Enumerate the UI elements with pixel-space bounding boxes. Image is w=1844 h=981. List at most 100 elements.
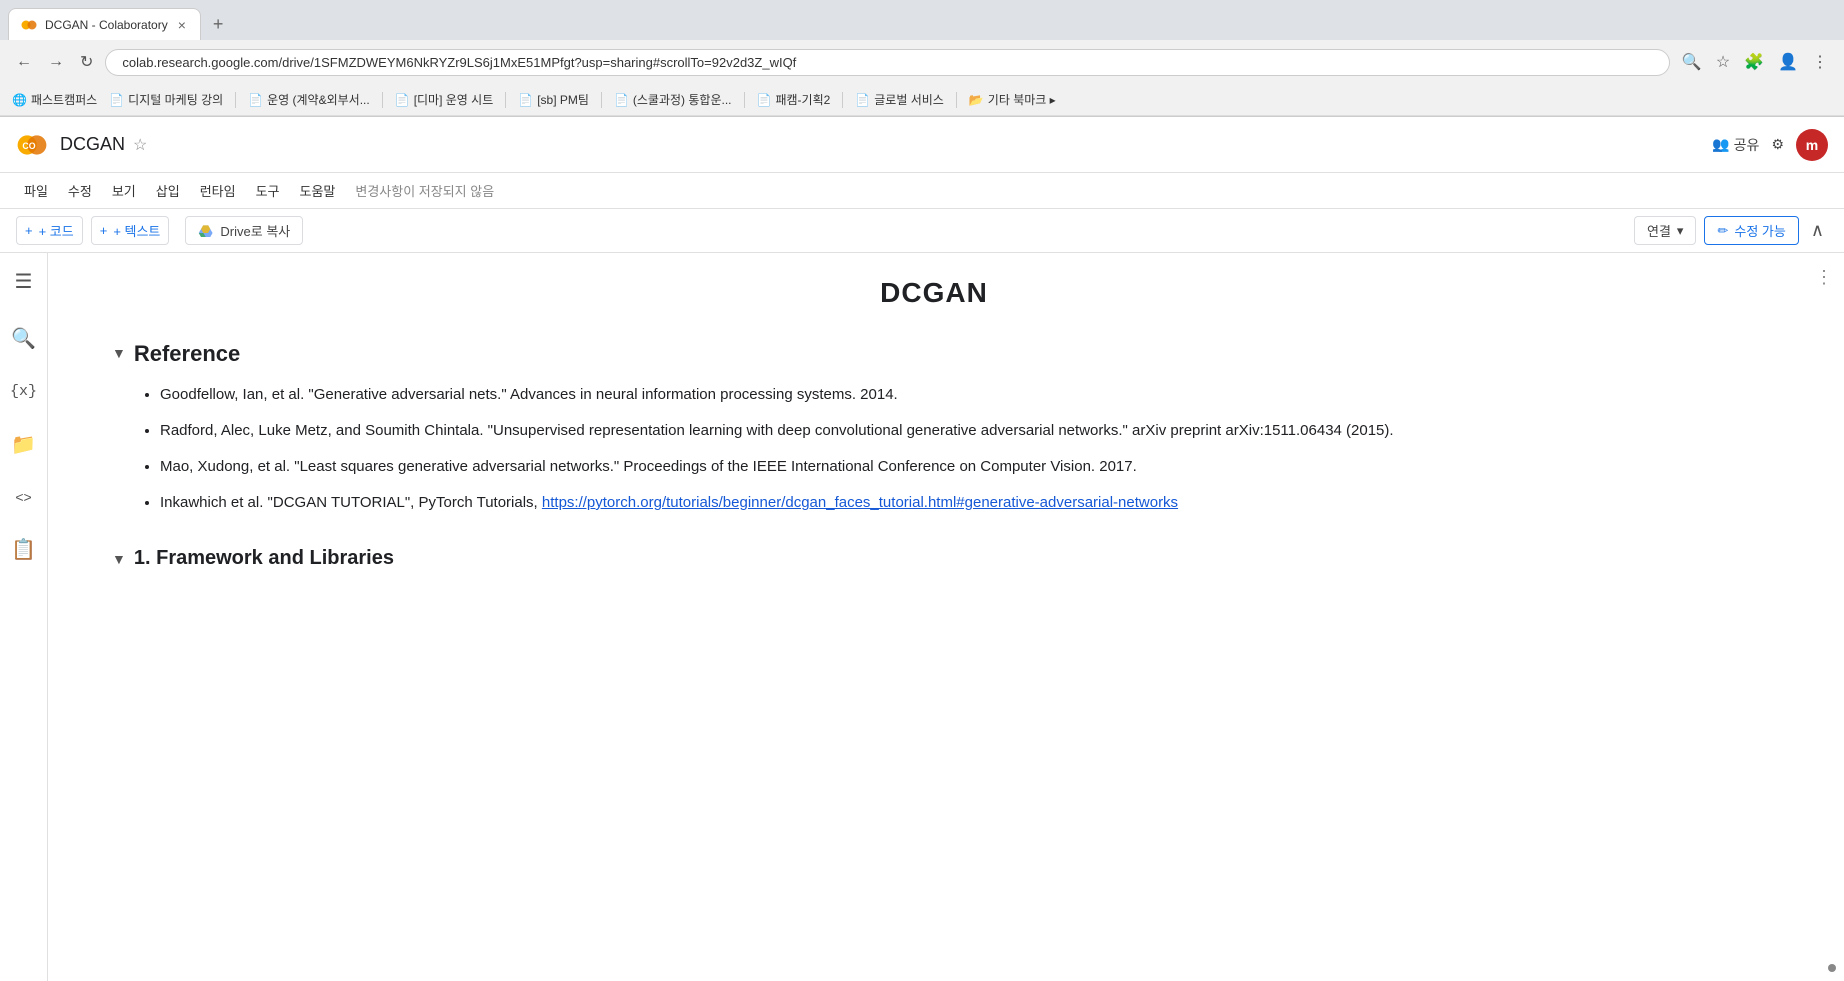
bookmark-label-5: [sb] PM팀 <box>537 91 589 108</box>
bookmark-other[interactable]: 📂 기타 북마크 ▸ <box>969 91 1056 108</box>
bookmark-separator-5 <box>744 92 745 108</box>
bookmark-label-9: 기타 북마크 ▸ <box>988 91 1056 108</box>
bookmark-dima[interactable]: 📄 [디마] 운영 시트 <box>395 91 494 108</box>
bookmark-label-4: [디마] 운영 시트 <box>414 91 494 108</box>
svg-text:CO: CO <box>22 141 35 151</box>
bookmark-separator-4 <box>601 92 602 108</box>
search-icon[interactable]: 🔍 <box>1678 48 1706 76</box>
menu-file[interactable]: 파일 <box>16 177 56 204</box>
drive-copy-button[interactable]: Drive로 복사 <box>185 216 303 245</box>
settings-button[interactable]: ⚙ <box>1771 136 1784 153</box>
bookmark-school[interactable]: 📄 (스쿨과정) 통합운... <box>614 91 732 108</box>
bookmark-favicon-2: 📄 <box>109 93 124 107</box>
edit-mode-button[interactable]: ✏ 수정 가능 <box>1704 216 1798 245</box>
reference-item-2: Radford, Alec, Luke Metz, and Soumith Ch… <box>160 419 1756 443</box>
bookmark-planning[interactable]: 📄 패캠-기획2 <box>757 91 831 108</box>
reference-section-title: Reference <box>134 341 240 367</box>
sidebar-code-snippets-icon[interactable]: <> <box>7 481 39 513</box>
reference-item-3: Mao, Xudong, et al. "Least squares gener… <box>160 455 1756 479</box>
bookmark-favicon-4: 📄 <box>395 93 410 107</box>
bookmark-favicon-9: 📂 <box>969 93 984 107</box>
extensions-icon[interactable]: 🧩 <box>1740 48 1768 76</box>
bookmark-global[interactable]: 📄 글로벌 서비스 <box>855 91 944 108</box>
menu-view[interactable]: 보기 <box>104 177 144 204</box>
address-icons: 🔍 ☆ 🧩 👤 ⋮ <box>1678 48 1832 76</box>
bottom-bar <box>1820 956 1844 980</box>
header-actions: 👥 공유 ⚙ m <box>1712 129 1828 161</box>
notebook-content: DCGAN ▼ Reference Goodfellow, Ian, et al… <box>48 253 1804 981</box>
browser-tab[interactable]: DCGAN - Colaboratory × <box>8 8 201 40</box>
sidebar-search-icon[interactable]: 🔍 <box>3 318 44 359</box>
ref-4-text: Inkawhich et al. "DCGAN TUTORIAL", PyTor… <box>160 494 542 511</box>
collapse-panel-button[interactable]: ∧ <box>1807 216 1828 245</box>
add-code-button[interactable]: + + 코드 <box>16 216 83 245</box>
bookmark-favicon-6: 📄 <box>614 93 629 107</box>
share-button[interactable]: 👥 공유 <box>1712 135 1759 155</box>
back-button[interactable]: ← <box>12 49 36 75</box>
address-input[interactable] <box>105 49 1669 76</box>
plus-text-icon: + <box>100 223 108 238</box>
sidebar-files-icon[interactable]: 📁 <box>3 424 44 465</box>
drive-icon <box>198 223 214 239</box>
edit-pencil-icon: ✏ <box>1717 223 1728 239</box>
address-bar: ← → ↻ 🔍 ☆ 🧩 👤 ⋮ <box>0 40 1844 84</box>
bookmark-separator-2 <box>382 92 383 108</box>
reference-collapse-arrow[interactable]: ▼ <box>112 345 126 361</box>
menu-insert[interactable]: 삽입 <box>148 177 188 204</box>
reference-item-1: Goodfellow, Ian, et al. "Generative adve… <box>160 383 1756 407</box>
bookmark-fastcampus[interactable]: 🌐 패스트캠퍼스 <box>12 91 97 108</box>
framework-section-header: ▼ 1. Framework and Libraries <box>112 547 1756 570</box>
framework-collapse-arrow[interactable]: ▼ <box>112 551 126 567</box>
more-icon[interactable]: ⋮ <box>1808 48 1832 76</box>
reference-item-4: Inkawhich et al. "DCGAN TUTORIAL", PyTor… <box>160 491 1756 515</box>
reference-section: ▼ Reference Goodfellow, Ian, et al. "Gen… <box>112 341 1756 515</box>
cell-sidebar: ⋮ <box>1804 253 1844 981</box>
status-dot <box>1828 964 1836 972</box>
bookmark-label-7: 패캠-기획2 <box>775 91 830 108</box>
toolbar-left: + + 코드 + + 텍스트 Drive로 복사 <box>16 216 303 245</box>
cell-options-icon[interactable]: ⋮ <box>1809 261 1839 294</box>
connect-button[interactable]: 연결 ▾ <box>1634 216 1696 245</box>
new-tab-button[interactable]: + <box>205 10 232 39</box>
colab-favicon <box>21 17 37 33</box>
chevron-down-icon: ▾ <box>1677 223 1684 239</box>
ref-1-text: Goodfellow, Ian, et al. "Generative adve… <box>160 386 898 403</box>
framework-section-title: 1. Framework and Libraries <box>134 547 394 570</box>
bookmark-sb-pm[interactable]: 📄 [sb] PM팀 <box>518 91 589 108</box>
ref-3-text: Mao, Xudong, et al. "Least squares gener… <box>160 458 1137 475</box>
bookmark-favicon-8: 📄 <box>855 93 870 107</box>
reference-list: Goodfellow, Ian, et al. "Generative adve… <box>112 383 1756 515</box>
sidebar-scratch-icon[interactable]: 📋 <box>3 529 44 570</box>
forward-button[interactable]: → <box>44 49 68 75</box>
reload-button[interactable]: ↻ <box>76 48 97 76</box>
menu-help[interactable]: 도움말 <box>292 177 344 204</box>
ref-2-text: Radford, Alec, Luke Metz, and Soumith Ch… <box>160 422 1394 439</box>
bookmark-favicon-7: 📄 <box>757 93 772 107</box>
menu-edit[interactable]: 수정 <box>60 177 100 204</box>
menu-runtime[interactable]: 런타임 <box>192 177 244 204</box>
tab-title: DCGAN - Colaboratory <box>45 18 168 32</box>
star-button[interactable]: ☆ <box>133 135 147 155</box>
colab-header: CO DCGAN ☆ 👥 공유 ⚙ m <box>0 117 1844 173</box>
settings-gear-icon: ⚙ <box>1771 136 1784 153</box>
user-avatar[interactable]: m <box>1796 129 1828 161</box>
left-sidebar: ☰ 🔍 {x} 📁 <> 📋 <box>0 253 48 981</box>
bookmark-label: 패스트캠퍼스 <box>31 91 97 108</box>
ref-4-link[interactable]: https://pytorch.org/tutorials/beginner/d… <box>542 494 1178 511</box>
menu-tools[interactable]: 도구 <box>248 177 288 204</box>
tab-close-button[interactable]: × <box>176 17 188 33</box>
framework-section: ▼ 1. Framework and Libraries <box>112 547 1756 570</box>
document-title: DCGAN <box>112 277 1756 309</box>
bookmark-ops[interactable]: 📄 운영 (계약&외부서... <box>248 91 370 108</box>
toolbar-right: 연결 ▾ ✏ 수정 가능 ∧ <box>1634 216 1828 245</box>
bookmark-label-3: 운영 (계약&외부서... <box>267 91 370 108</box>
colab-main: ☰ 🔍 {x} 📁 <> 📋 DCGAN ▼ Reference Goodfel… <box>0 253 1844 981</box>
colab-logo: CO <box>16 129 48 161</box>
profile-icon[interactable]: 👤 <box>1774 48 1802 76</box>
colab-menu: 파일 수정 보기 삽입 런타임 도구 도움말 변경사항이 저장되지 않음 <box>0 173 1844 209</box>
sidebar-variables-icon[interactable]: {x} <box>2 375 45 408</box>
bookmark-icon[interactable]: ☆ <box>1712 48 1734 76</box>
add-text-button[interactable]: + + 텍스트 <box>91 216 170 245</box>
bookmark-digital-marketing[interactable]: 📄 디지털 마케팅 강의 <box>109 91 223 108</box>
sidebar-toc-icon[interactable]: ☰ <box>7 261 41 302</box>
